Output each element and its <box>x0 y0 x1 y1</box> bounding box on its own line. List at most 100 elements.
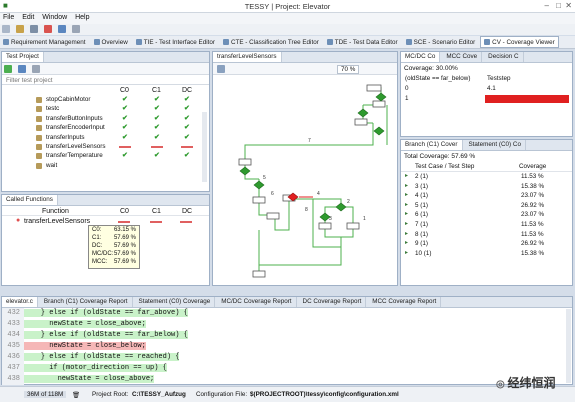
table-row[interactable]: ▸ 5 (1) 26.92 % <box>401 201 572 211</box>
col-c0: C0 <box>120 87 129 94</box>
function-name: transferButtonInputs <box>46 114 103 122</box>
save-icon[interactable] <box>29 25 38 33</box>
tab-test-project[interactable]: Test Project <box>2 52 44 62</box>
list-item[interactable]: transferEncoderInput ✔ ✔ ✔ <box>2 123 209 132</box>
menu-edit[interactable]: Edit <box>19 13 37 22</box>
table-row[interactable]: ▸ 2 (1) 11.53 % <box>401 172 572 182</box>
coverage-value: 15.38 % <box>521 182 545 190</box>
expand-icon[interactable]: ▸ <box>405 210 408 217</box>
redo-icon[interactable] <box>71 25 80 33</box>
menu-help[interactable]: Help <box>72 13 92 22</box>
code-line: 435 newState = close_below; <box>2 341 572 352</box>
zoom-select[interactable]: 70 % <box>337 65 360 74</box>
expand-icon[interactable]: ▸ <box>405 230 408 237</box>
table-row[interactable]: ▸ 9 (1) 26.92 % <box>401 239 572 249</box>
perspective-cte[interactable]: CTE - Classification Tree Editor <box>220 37 322 49</box>
check-icon: ✔ <box>122 105 128 113</box>
table-row[interactable]: ▸ 3 (1) 15.38 % <box>401 182 572 192</box>
tab-decision[interactable]: Decision C <box>484 52 524 62</box>
test-case-name: 8 (1) <box>415 230 428 238</box>
list-item[interactable]: stopCabinMotor ✔ ✔ ✔ <box>2 95 209 104</box>
maximize-icon[interactable]: □ <box>556 1 561 10</box>
expand-icon[interactable]: ▸ <box>405 182 408 189</box>
expand-icon[interactable]: ▸ <box>405 249 408 256</box>
list-item[interactable]: transferLevelSensors <box>2 142 209 151</box>
menu-window[interactable]: Window <box>39 13 70 22</box>
col-test-case: Test Case / Test Step <box>415 163 475 170</box>
table-row[interactable]: ▸ 8 (1) 11.53 % <box>401 230 572 240</box>
table-row[interactable]: ▸ 10 (1) 15.38 % <box>401 249 572 259</box>
col-c1: C1 <box>152 87 161 94</box>
test-case-name: 10 (1) <box>415 249 432 257</box>
tab-branch-report[interactable]: Branch (C1) Coverage Report <box>40 297 133 307</box>
open-icon[interactable] <box>15 25 24 33</box>
tab-called-functions[interactable]: Called Functions <box>2 195 58 205</box>
decision-node <box>253 180 265 190</box>
perspective-tie[interactable]: TIE - Test Interface Editor <box>133 37 218 49</box>
scrollbar[interactable] <box>202 112 207 182</box>
tab-flow[interactable]: transferLevelSensors <box>213 52 282 62</box>
perspective-sce[interactable]: SCE - Scenario Editor <box>403 37 479 49</box>
test-case-name: 3 (1) <box>415 182 428 190</box>
col-c1: C1 <box>152 208 161 215</box>
close-icon[interactable]: ✕ <box>565 1 572 10</box>
perspective-requirement-management[interactable]: Requirement Management <box>0 37 89 49</box>
menu-file[interactable]: File <box>0 13 17 22</box>
tab-mcdc[interactable]: MC/DC Co <box>401 52 441 62</box>
table-row[interactable]: ▸ 6 (1) 23.07 % <box>401 210 572 220</box>
tab-dc-report[interactable]: DC Coverage Report <box>299 297 367 307</box>
refresh-icon[interactable] <box>17 65 26 73</box>
flow-graph[interactable]: 7 5 6 8 4 3 2 1 <box>213 75 398 286</box>
list-item[interactable]: transferInputs ✔ ✔ ✔ <box>2 133 209 142</box>
edge-label: 1 <box>363 216 366 222</box>
coverage-value: 11.53 % <box>521 173 544 180</box>
code-view[interactable]: 432 } else if (oldState == far_above) {4… <box>2 308 572 385</box>
tab-statement-coverage[interactable]: Statement (C0) Co <box>464 140 526 150</box>
teststep-value: 4.1 <box>487 85 496 92</box>
sce-icon <box>405 39 412 45</box>
filter-input[interactable] <box>6 76 205 84</box>
tab-branch-coverage[interactable]: Branch (C1) Cover <box>401 140 463 150</box>
tab-mcc-report[interactable]: MCC Coverage Report <box>368 297 442 307</box>
table-row[interactable]: 1 <box>401 94 572 104</box>
expand-icon[interactable]: ▸ <box>405 201 408 208</box>
total-coverage: Total Coverage: 57.69 % <box>404 153 476 160</box>
decision-node <box>375 92 387 102</box>
tooltip-value: 57.69 % <box>113 259 136 265</box>
filter-icon[interactable] <box>31 65 40 73</box>
table-row[interactable]: ▸ 4 (1) 23.07 % <box>401 191 572 201</box>
expand-icon[interactable]: ▸ <box>405 172 408 179</box>
expand-icon[interactable]: ▸ <box>405 239 408 246</box>
perspective-cv[interactable]: CV - Coverage Viewer <box>480 36 559 48</box>
mcdc-tabstrip: MC/DC Co MCC Cove Decision C <box>401 52 572 63</box>
check-icon: ✔ <box>184 96 190 103</box>
delete-icon[interactable] <box>43 25 52 33</box>
expand-icon[interactable]: ▸ <box>405 220 408 227</box>
list-item[interactable]: wait <box>2 161 209 170</box>
list-item[interactable]: transferButtonInputs ✔ ✔ ✔ <box>2 114 209 123</box>
list-item[interactable]: testc ✔ ✔ ✔ <box>2 104 209 113</box>
perspective-tde[interactable]: TDE - Test Data Editor <box>324 37 401 49</box>
tab-mcdc-report[interactable]: MC/DC Coverage Report <box>217 297 297 307</box>
table-row[interactable]: 0 4.1 <box>401 84 572 94</box>
editor-scrollbar[interactable] <box>566 309 571 383</box>
undo-icon[interactable] <box>57 25 66 33</box>
gc-icon[interactable]: 🗑 <box>72 391 80 399</box>
minimize-icon[interactable]: – <box>545 1 549 10</box>
tab-elevator-c[interactable]: elevator.c <box>2 297 38 307</box>
config-label: Configuration File: <box>196 391 248 398</box>
run-icon[interactable] <box>4 65 12 73</box>
perspective-overview[interactable]: Overview <box>91 37 131 49</box>
edge-label: 6 <box>271 191 274 197</box>
check-icon: ✔ <box>122 152 128 160</box>
tab-statement-report[interactable]: Statement (C0) Coverage <box>135 297 216 307</box>
table-row[interactable]: ▸ 7 (1) 11.53 % <box>401 220 572 230</box>
expand-icon[interactable]: ▸ <box>405 191 408 198</box>
new-icon[interactable] <box>2 25 10 33</box>
list-item[interactable]: transferTemperature ✔ ✔ ✔ <box>2 151 209 160</box>
coverage-bar <box>119 145 131 148</box>
graph-icon[interactable] <box>217 65 225 73</box>
function-icon <box>36 153 42 160</box>
tab-mcc[interactable]: MCC Cove <box>442 52 483 62</box>
tooltip-value: 57.69 % <box>113 251 136 257</box>
